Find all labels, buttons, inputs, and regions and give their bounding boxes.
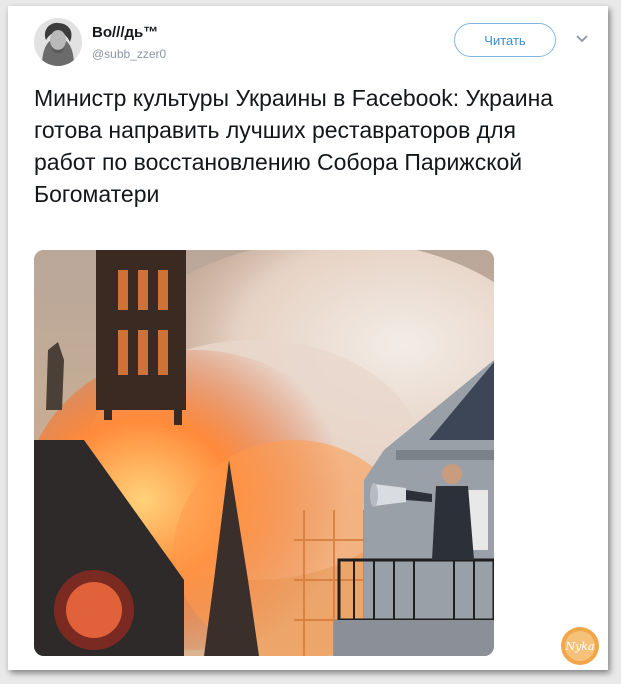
tweet-text: Министр культуры Украины в Facebook: Укр… xyxy=(34,85,554,207)
avatar-portrait xyxy=(34,18,82,66)
display-name[interactable]: Во///дь™ xyxy=(92,24,158,41)
avatar[interactable] xyxy=(34,18,82,66)
tweet-photo[interactable] xyxy=(34,250,494,656)
tweet-card: Во///дь™ @subb_zzer0 Читать Министр куль… xyxy=(8,6,608,670)
svg-text:Nyka: Nyka xyxy=(564,640,594,653)
chevron-down-icon[interactable] xyxy=(574,33,590,45)
user-handle[interactable]: @subb_zzer0 xyxy=(92,47,166,61)
nyka-badge: Nyka xyxy=(560,626,600,666)
tweet-header: Во///дь™ @subb_zzer0 Читать xyxy=(8,6,608,76)
photo-notre-dame-fire xyxy=(34,250,494,656)
follow-button[interactable]: Читать xyxy=(454,23,556,57)
nyka-logo: Nyka xyxy=(561,627,599,665)
